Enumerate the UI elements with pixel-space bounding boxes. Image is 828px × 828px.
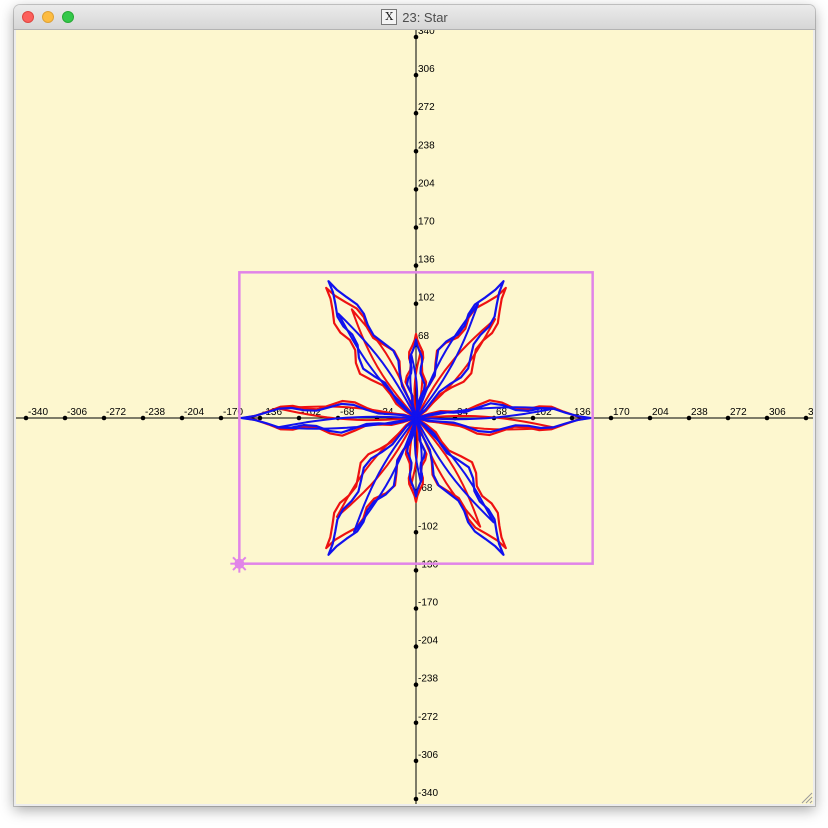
x-tick-label: -272 bbox=[106, 407, 126, 418]
y-tick-label: -340 bbox=[418, 788, 438, 799]
y-tick-label: 102 bbox=[418, 293, 435, 304]
x-tick-label: 238 bbox=[691, 407, 708, 418]
y-tick-label: -170 bbox=[418, 598, 438, 609]
y-tick-label: 68 bbox=[418, 331, 430, 342]
x-tick-label: 272 bbox=[730, 407, 747, 418]
petal-red bbox=[325, 286, 418, 420]
x-tick-label: -306 bbox=[67, 407, 87, 418]
selection-handle-icon[interactable] bbox=[230, 554, 249, 573]
x11-app-icon: X bbox=[381, 9, 398, 25]
y-tick-label: 136 bbox=[418, 255, 435, 266]
y-tick-label: 204 bbox=[418, 178, 435, 189]
y-tick-label: 238 bbox=[418, 140, 435, 151]
y-tick-label: -306 bbox=[418, 750, 438, 761]
y-tick-label: -272 bbox=[418, 712, 438, 723]
drawing-canvas[interactable]: -340 -306 -272 -238 -204 -170 -136 -102 -68 -34 34… bbox=[16, 30, 813, 804]
x-tick-label: 204 bbox=[652, 407, 669, 418]
window-title-group: X 23: Star bbox=[14, 5, 815, 29]
x-tick-label: -204 bbox=[184, 407, 204, 418]
x-tick-label: -340 bbox=[28, 407, 48, 418]
y-tick-label: 340 bbox=[418, 30, 435, 37]
y-tick-label: 272 bbox=[418, 102, 435, 113]
x-tick-label: -238 bbox=[145, 407, 165, 418]
app-window: X 23: Star -340 -306 -272 -238 -204 -170 -136-… bbox=[14, 5, 815, 806]
x-tick-label: 170 bbox=[613, 407, 630, 418]
window-title: 23: Star bbox=[402, 9, 448, 25]
star-plot: -340 -306 -272 -238 -204 -170 -136 -102 -68 -34 34… bbox=[16, 30, 813, 804]
y-tick-label: -238 bbox=[418, 674, 438, 685]
y-tick-label: 306 bbox=[418, 64, 435, 75]
resize-grip-icon[interactable] bbox=[799, 790, 813, 804]
title-bar[interactable]: X 23: Star bbox=[14, 5, 815, 30]
y-tick-label: -204 bbox=[418, 636, 438, 647]
y-tick-label: -102 bbox=[418, 521, 438, 532]
y-tick-label: 170 bbox=[418, 217, 435, 228]
x-tick-label: 340 bbox=[808, 407, 813, 418]
x-tick-label: 306 bbox=[769, 407, 786, 418]
